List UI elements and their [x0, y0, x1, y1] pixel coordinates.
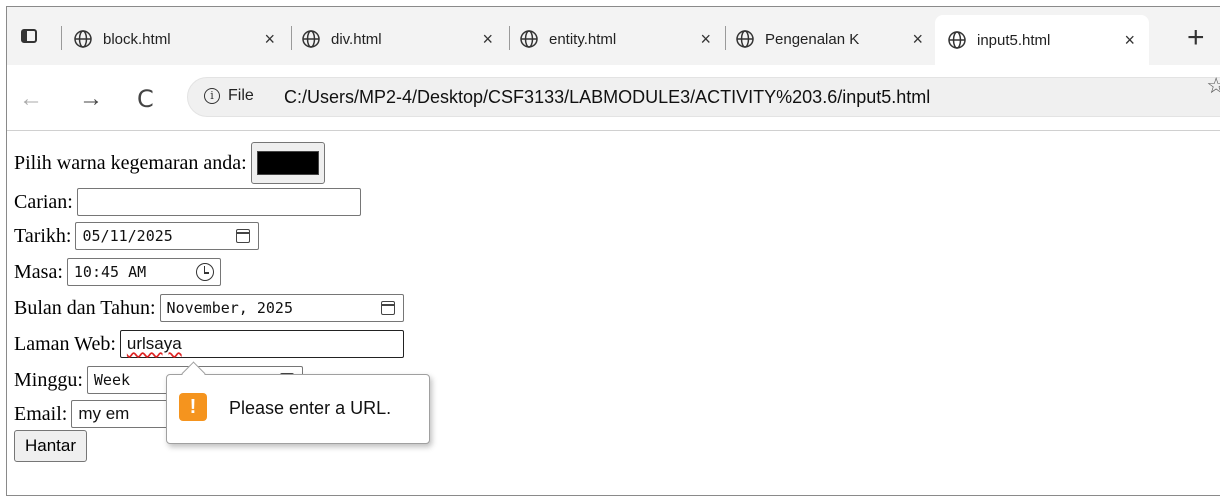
tab-block[interactable]: block.html × — [73, 17, 283, 61]
search-row: Carian: — [14, 188, 361, 216]
week-value: Week — [93, 371, 131, 389]
reload-button[interactable]: C — [137, 85, 154, 113]
color-row: Pilih warna kegemaran anda: — [14, 142, 325, 184]
url-value: urlsaya — [126, 334, 182, 353]
new-tab-button[interactable]: + — [1187, 21, 1205, 55]
color-swatch — [256, 151, 319, 175]
calendar-icon[interactable] — [380, 301, 395, 315]
tab-pengenalan[interactable]: Pengenalan K × — [735, 17, 931, 61]
tab-entity[interactable]: entity.html × — [519, 17, 719, 61]
tab-div[interactable]: div.html × — [301, 17, 501, 61]
tab-separator — [61, 26, 62, 50]
color-label: Pilih warna kegemaran anda: — [14, 151, 247, 174]
tab-actions-icon[interactable] — [21, 29, 41, 47]
tab-strip: block.html × div.html × entity.html × Pe… — [7, 7, 1220, 65]
close-icon[interactable]: × — [700, 29, 711, 50]
tab-separator — [725, 26, 726, 50]
globe-icon — [74, 30, 92, 48]
url-input[interactable]: urlsaya — [119, 330, 404, 358]
month-label: Bulan dan Tahun: — [14, 296, 156, 319]
globe-icon — [520, 30, 538, 48]
date-value: 05/11/2025 — [82, 227, 173, 245]
tab-title: block.html — [103, 30, 171, 48]
week-label: Minggu: — [14, 368, 83, 391]
month-input[interactable]: November, 2025 — [159, 294, 404, 322]
time-row: Masa: 10:45 AM — [14, 258, 221, 286]
url-text[interactable]: C:/Users/MP2-4/Desktop/CSF3133/LABMODULE… — [284, 87, 930, 108]
tab-title: Pengenalan K — [765, 30, 860, 48]
url-label: Laman Web: — [14, 332, 116, 355]
email-value: my em — [78, 404, 130, 423]
clock-icon[interactable] — [195, 263, 214, 281]
address-bar[interactable]: i File C:/Users/MP2-4/Desktop/CSF3133/LA… — [187, 77, 1220, 117]
tab-title: input5.html — [977, 31, 1051, 49]
close-icon[interactable]: × — [482, 29, 493, 50]
toolbar-divider — [7, 130, 1220, 131]
close-icon[interactable]: × — [264, 29, 275, 50]
time-input[interactable]: 10:45 AM — [66, 258, 221, 286]
globe-icon — [736, 30, 754, 48]
close-icon[interactable]: × — [912, 29, 923, 50]
calendar-icon[interactable] — [236, 229, 251, 243]
submit-row: Hantar — [14, 430, 88, 462]
tab-separator — [509, 26, 510, 50]
submit-button[interactable]: Hantar — [14, 430, 88, 462]
close-icon[interactable]: × — [1124, 30, 1135, 51]
date-input[interactable]: 05/11/2025 — [75, 222, 260, 250]
warning-icon: ! — [179, 393, 207, 421]
back-button[interactable]: ← — [19, 85, 43, 113]
toolbar: ← → C i File C:/Users/MP2-4/Desktop/CSF3… — [7, 65, 1220, 131]
month-value: November, 2025 — [166, 299, 293, 317]
globe-icon — [302, 30, 320, 48]
date-label: Tarikh: — [14, 224, 72, 247]
time-label: Masa: — [14, 260, 63, 283]
favorite-star-icon[interactable]: ☆ — [1206, 73, 1220, 99]
scheme-label: File — [228, 87, 254, 104]
time-value: 10:45 AM — [73, 263, 147, 281]
color-picker[interactable] — [250, 142, 325, 184]
tab-title: entity.html — [549, 30, 617, 48]
validation-tooltip: ! Please enter a URL. — [166, 374, 430, 444]
month-row: Bulan dan Tahun: November, 2025 — [14, 294, 404, 322]
globe-icon — [948, 31, 966, 49]
validation-message: Please enter a URL. — [229, 398, 392, 418]
url-row: Laman Web: urlsaya — [14, 330, 404, 358]
email-label: Email: — [14, 402, 68, 425]
search-input[interactable] — [76, 188, 361, 216]
forward-button[interactable]: → — [79, 85, 103, 113]
tab-title: div.html — [331, 30, 382, 48]
tab-input5[interactable]: input5.html × — [935, 15, 1149, 65]
search-label: Carian: — [14, 190, 73, 213]
date-row: Tarikh: 05/11/2025 — [14, 222, 260, 250]
info-icon[interactable]: i — [204, 88, 220, 104]
tab-separator — [291, 26, 292, 50]
